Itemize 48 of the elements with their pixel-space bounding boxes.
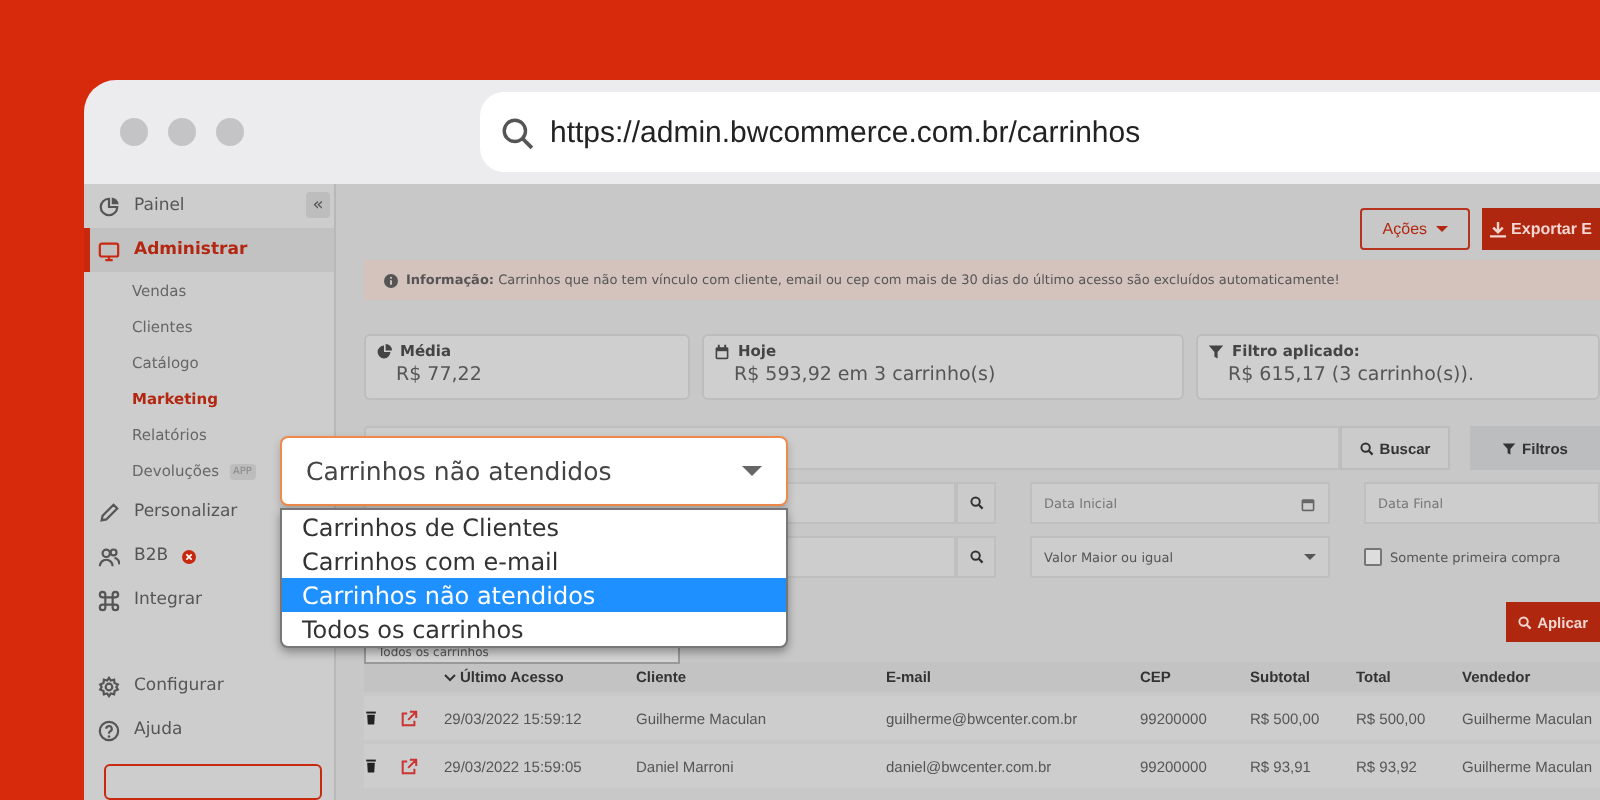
sidebar-item[interactable]: Ajuda [84,708,334,753]
monitor-icon [98,239,120,261]
search-icon [969,496,983,510]
sort-caret-icon [444,673,456,681]
help-icon [98,719,120,742]
export-button[interactable]: Exportar E [1481,208,1600,250]
download-icon [1489,221,1506,237]
sidebar-item[interactable]: Painel « [84,184,334,228]
stat-value: R$ 615,17 (3 carrinho(s)). [1226,364,1476,386]
trash-icon [364,758,378,774]
trash-icon [364,710,378,726]
stat-value: R$ 77,22 [394,364,484,386]
calendar-icon [714,343,730,359]
checkbox[interactable] [1364,548,1382,566]
search-icon [969,550,983,564]
pie-chart-icon [98,195,120,217]
sidebar-item[interactable]: Administrar [84,228,334,272]
dropdown-option[interactable]: Todos os carrinhos [282,612,786,646]
sidebar-button[interactable] [104,764,322,800]
caret-icon [1304,554,1316,560]
search-icon [1517,615,1532,629]
dropdown-option[interactable]: Carrinhos com e-mail [282,544,786,578]
actions-button[interactable]: Ações [1360,208,1470,250]
search-button[interactable] [956,536,996,578]
search-icon [500,115,534,149]
address-bar[interactable]: https://admin.bwcommerce.com.br/carrinhos [480,92,1600,172]
stat-value: R$ 593,92 em 3 carrinho(s) [732,364,998,386]
filter-icon [1502,441,1517,455]
calendar-icon [1300,495,1316,511]
pencil-icon [98,501,120,524]
search-button[interactable] [956,482,996,524]
collapse-button[interactable]: « [306,192,330,218]
caret-icon [1435,226,1448,232]
people-icon [98,545,120,568]
external-link-icon [400,757,418,775]
cart-type-dropdown[interactable]: Carrinhos não atendidos [280,436,788,506]
notification-dot [182,549,197,564]
search-icon [1359,441,1374,455]
command-icon [98,589,120,612]
caret-icon [742,466,762,476]
sidebar-item[interactable]: Configurar [84,664,334,709]
pie-chart-icon [376,343,392,359]
external-link-icon [400,709,418,727]
filter-icon [1208,343,1224,359]
dropdown-option[interactable]: Carrinhos não atendidos [282,578,786,612]
dropdown-option[interactable]: Carrinhos de Clientes [282,510,786,544]
info-icon [384,273,398,287]
gear-icon [98,675,120,698]
